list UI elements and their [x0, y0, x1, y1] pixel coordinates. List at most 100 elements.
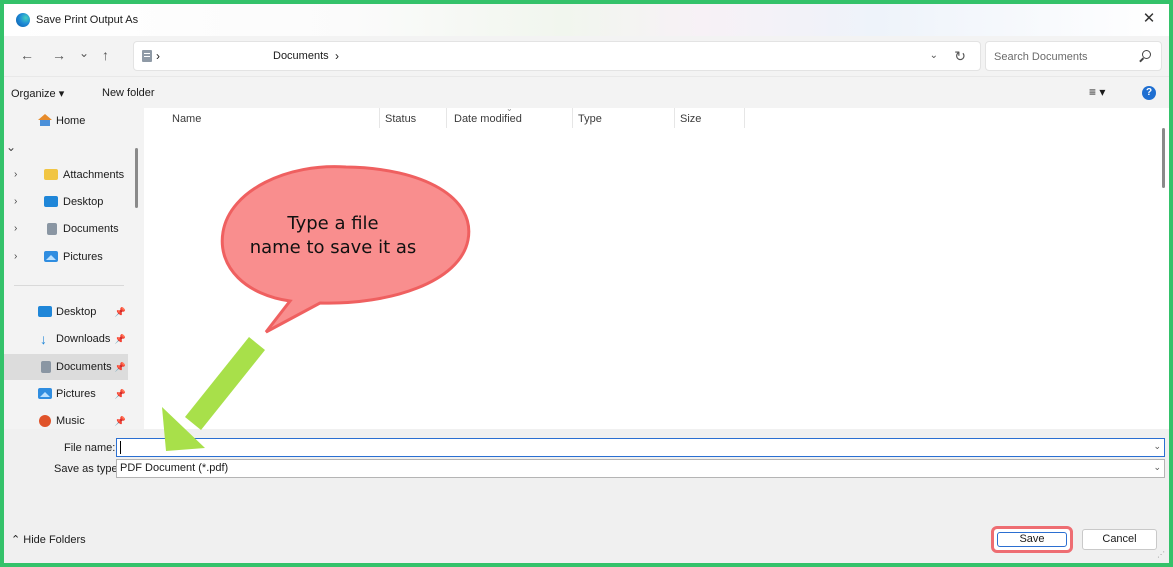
sidebar-item-label: Home [56, 115, 86, 127]
pin-icon[interactable]: 📌 [115, 299, 126, 325]
desktop-icon [38, 306, 52, 317]
folder-icon [44, 169, 58, 180]
navigation-bar: ← → ⌄ ↑ › Documents › ⌄ ↻ Search Documen… [4, 36, 1169, 76]
save-as-type-select[interactable]: PDF Document (*.pdf) ⌄ [116, 459, 1165, 478]
back-button[interactable]: ← [20, 47, 34, 63]
sidebar-item-label: Pictures [63, 251, 103, 263]
sidebar-item-pictures[interactable]: › Pictures [4, 244, 128, 270]
address-location[interactable]: Documents [273, 50, 329, 62]
quick-access-desktop[interactable]: Desktop 📌 [4, 299, 128, 325]
sidebar-item-label: Documents [63, 223, 119, 235]
sidebar-item-desktop[interactable]: › Desktop [4, 189, 128, 215]
chevron-down-icon[interactable]: ⌄ [1153, 441, 1161, 452]
desktop-icon [44, 196, 58, 207]
recent-locations-button[interactable]: ⌄ [79, 45, 89, 61]
column-divider[interactable] [379, 108, 380, 128]
sidebar-item-attachments[interactable]: › Attachments [4, 162, 128, 188]
dialog-footer: ⌃ Hide Folders Save Cancel ⋰ [4, 515, 1169, 563]
column-header-status[interactable]: Status [385, 113, 416, 125]
refresh-icon[interactable]: ↻ [954, 48, 966, 65]
hide-folders-button[interactable]: ⌃ Hide Folders [11, 533, 86, 546]
callout-text: Type a file name to save it as [243, 212, 423, 260]
organize-button[interactable]: Organize ▾ [11, 87, 64, 100]
save-as-type-value: PDF Document (*.pdf) [120, 462, 229, 474]
chevron-down-icon[interactable]: ⌄ [6, 134, 16, 160]
documents-icon [142, 50, 152, 62]
file-list[interactable]: Name Status ⌄ Date modified Type Size [144, 104, 1169, 429]
view-options-icon[interactable]: ≡ ▾ [1089, 85, 1105, 99]
column-divider[interactable] [572, 108, 573, 128]
music-icon [39, 415, 51, 427]
sidebar-item-home[interactable]: Home [4, 108, 128, 134]
callout-line-2: name to save it as [249, 237, 417, 258]
sidebar-item-label: Attachments [63, 169, 125, 181]
column-divider[interactable] [446, 108, 447, 128]
save-button[interactable]: Save [997, 532, 1067, 547]
sidebar-item-label: Desktop [56, 306, 97, 318]
close-button[interactable]: ✕ [1139, 9, 1159, 29]
chevron-right-icon[interactable]: › [14, 189, 17, 215]
search-input[interactable]: Search Documents [994, 51, 1088, 63]
quick-access-music[interactable]: Music 📌 [4, 408, 128, 429]
column-divider[interactable] [674, 108, 675, 128]
sidebar-divider [14, 285, 124, 286]
title-bar: Save Print Output As ✕ [4, 4, 1169, 36]
resize-grip-icon[interactable]: ⋰ [1157, 550, 1165, 559]
pin-icon[interactable]: 📌 [115, 354, 126, 380]
cancel-button[interactable]: Cancel [1082, 529, 1157, 550]
column-header-date-modified[interactable]: Date modified [454, 113, 522, 125]
download-icon: ↓ [40, 331, 47, 347]
address-location-chevron[interactable]: › [335, 49, 339, 63]
file-list-scrollbar[interactable] [1157, 108, 1169, 429]
edge-app-icon [16, 13, 30, 27]
sidebar-scroll-thumb[interactable] [135, 148, 138, 208]
save-button-highlight: Save [991, 526, 1073, 553]
search-box[interactable]: Search Documents [985, 41, 1162, 71]
filename-field[interactable]: ⌄ [116, 438, 1165, 457]
documents-icon [41, 361, 51, 373]
chevron-right-icon[interactable]: › [14, 244, 17, 270]
sidebar-expand-toggle[interactable]: ⌄ [4, 134, 128, 160]
column-header-size[interactable]: Size [680, 113, 701, 125]
sidebar-item-label: Music [56, 415, 85, 427]
filename-input[interactable] [119, 439, 1139, 456]
home-icon [38, 114, 52, 126]
file-list-scroll-thumb[interactable] [1162, 128, 1165, 188]
save-form: File name: ⌄ Save as type: PDF Document … [4, 429, 1169, 515]
column-header-name[interactable]: Name [172, 113, 201, 125]
sort-indicator-icon: ⌄ [506, 104, 513, 113]
quick-access-pictures[interactable]: Pictures 📌 [4, 381, 128, 407]
chevron-right-icon[interactable]: › [14, 216, 17, 242]
save-as-type-label: Save as type: [54, 463, 121, 475]
pictures-icon [38, 388, 52, 399]
column-divider[interactable] [744, 108, 745, 128]
address-dropdown-icon[interactable]: ⌄ [930, 50, 938, 61]
address-separator[interactable]: › [156, 49, 160, 63]
sidebar-item-documents[interactable]: › Documents [4, 216, 128, 242]
search-icon[interactable] [1142, 50, 1151, 59]
callout-line-1: Type a file [287, 213, 379, 234]
help-icon[interactable]: ? [1142, 86, 1156, 100]
pin-icon[interactable]: 📌 [115, 326, 126, 352]
window-title: Save Print Output As [36, 14, 139, 26]
navigation-pane: Home ⌄ › Attachments › Desktop › Documen… [4, 108, 144, 429]
command-bar: Organize ▾ New folder ≡ ▾ ? [4, 76, 1169, 108]
pin-icon[interactable]: 📌 [115, 408, 126, 429]
sidebar-item-label: Desktop [63, 196, 104, 208]
column-header-type[interactable]: Type [578, 113, 602, 125]
chevron-down-icon[interactable]: ⌄ [1153, 462, 1161, 473]
sidebar-item-label: Downloads [56, 333, 111, 345]
new-folder-button[interactable]: New folder [102, 87, 155, 99]
filename-label: File name: [64, 442, 116, 454]
quick-access-documents[interactable]: Documents 📌 [4, 354, 128, 380]
sidebar-scrollbar[interactable] [133, 108, 141, 429]
quick-access-downloads[interactable]: ↓ Downloads 📌 [4, 326, 128, 352]
forward-button[interactable]: → [52, 47, 66, 63]
address-bar[interactable]: › Documents › ⌄ ↻ [133, 41, 981, 71]
pin-icon[interactable]: 📌 [115, 381, 126, 407]
chevron-right-icon[interactable]: › [14, 162, 17, 188]
sidebar-item-label: Documents [56, 361, 112, 373]
up-button[interactable]: ↑ [102, 47, 109, 63]
documents-icon [47, 223, 57, 235]
pictures-icon [44, 251, 58, 262]
